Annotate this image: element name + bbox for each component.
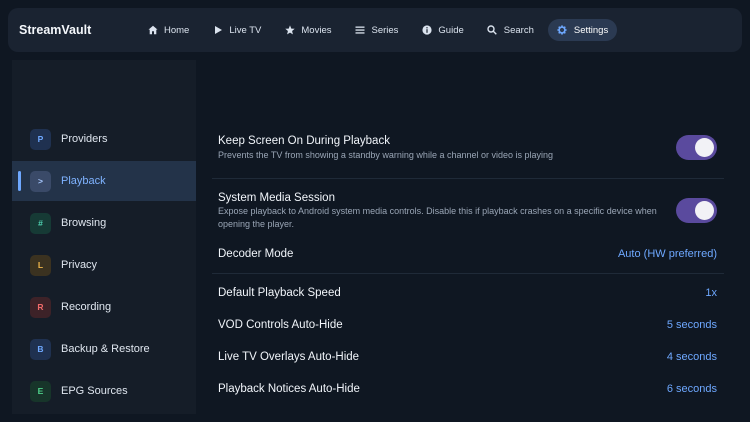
decoder-mode-value[interactable]: Auto (HW preferred)	[618, 248, 717, 260]
sidebar-item-label: EPG Sources	[61, 385, 128, 397]
sidebar-item-providers[interactable]: P Providers	[12, 119, 196, 159]
nav-movies[interactable]: Movies	[275, 19, 340, 41]
sidebar-item-label: Browsing	[61, 217, 107, 229]
providers-badge-icon: P	[30, 128, 51, 150]
nav-guide[interactable]: Guide	[412, 19, 472, 41]
live-autohide-value[interactable]: 4 seconds	[667, 351, 717, 363]
notices-autohide-title: Playback Notices Auto-Hide	[218, 383, 360, 395]
divider	[212, 178, 724, 179]
media-session-title: System Media Session	[218, 192, 335, 204]
media-session-description: Expose playback to Android system media …	[218, 206, 657, 229]
nav-series-label: Series	[371, 24, 399, 36]
home-icon	[147, 25, 158, 36]
playback-settings-panel: Keep Screen On During Playback Prevents …	[196, 60, 742, 414]
privacy-badge-icon: L	[30, 254, 51, 276]
nav-live-tv[interactable]: Live TV	[203, 19, 270, 41]
recording-badge-icon: R	[30, 296, 51, 318]
active-indicator	[18, 171, 21, 191]
nav-guide-label: Guide	[438, 24, 464, 36]
sidebar-item-backup-restore[interactable]: B Backup & Restore	[12, 329, 196, 369]
vod-autohide-value[interactable]: 5 seconds	[667, 319, 717, 331]
divider	[212, 273, 724, 274]
nav-series[interactable]: Series	[345, 19, 407, 41]
sidebar-item-epg-sources[interactable]: E EPG Sources	[12, 371, 196, 411]
search-icon	[487, 25, 498, 36]
nav-settings-label: Settings	[573, 24, 609, 36]
vod-autohide-title: VOD Controls Auto-Hide	[218, 319, 343, 331]
sidebar-item-label: Backup & Restore	[61, 343, 150, 355]
keep-screen-toggle[interactable]	[676, 135, 717, 160]
star-icon	[284, 25, 295, 36]
playback-speed-value[interactable]: 1x	[705, 287, 717, 299]
main-nav: Home Live TV Movies Series Guide Search …	[138, 19, 622, 41]
info-icon	[421, 25, 432, 36]
backup-badge-icon: B	[30, 338, 51, 360]
gear-icon	[557, 25, 568, 36]
nav-search-label: Search	[503, 24, 534, 36]
nav-search[interactable]: Search	[478, 19, 543, 41]
epg-badge-icon: E	[30, 380, 51, 402]
app-title: StreamVault	[19, 23, 92, 37]
nav-settings[interactable]: Settings	[547, 19, 618, 41]
play-icon	[212, 25, 223, 36]
decoder-mode-title: Decoder Mode	[218, 248, 294, 260]
media-session-toggle[interactable]	[676, 198, 717, 223]
sidebar-item-browsing[interactable]: # Browsing	[12, 203, 196, 243]
toggle-knob	[695, 138, 714, 157]
keep-screen-description: Prevents the TV from showing a standby w…	[218, 150, 554, 160]
top-nav-bar: StreamVault Home Live TV Movies Series G…	[8, 8, 742, 52]
playback-speed-title: Default Playback Speed	[218, 287, 341, 299]
sidebar-item-label: Recording	[61, 301, 112, 313]
browsing-badge-icon: #	[30, 212, 51, 234]
sidebar-item-label: Privacy	[61, 259, 98, 271]
sidebar-item-privacy[interactable]: L Privacy	[12, 245, 196, 285]
sidebar-item-label: Providers	[61, 133, 108, 145]
sidebar-item-playback[interactable]: > Playback	[12, 161, 196, 201]
nav-movies-label: Movies	[301, 24, 332, 36]
nav-live-tv-label: Live TV	[229, 24, 262, 36]
list-icon	[354, 25, 365, 36]
playback-badge-icon: >	[30, 170, 51, 192]
sidebar-item-recording[interactable]: R Recording	[12, 287, 196, 327]
keep-screen-title: Keep Screen On During Playback	[218, 135, 390, 147]
toggle-knob	[695, 201, 714, 220]
settings-sidebar: P Providers > Playback # Browsing L Priv…	[12, 60, 196, 414]
nav-home-label: Home	[164, 24, 190, 36]
sidebar-item-label: Playback	[61, 175, 106, 187]
notices-autohide-value[interactable]: 6 seconds	[667, 383, 717, 395]
nav-home[interactable]: Home	[138, 19, 198, 41]
live-autohide-title: Live TV Overlays Auto-Hide	[218, 351, 360, 363]
